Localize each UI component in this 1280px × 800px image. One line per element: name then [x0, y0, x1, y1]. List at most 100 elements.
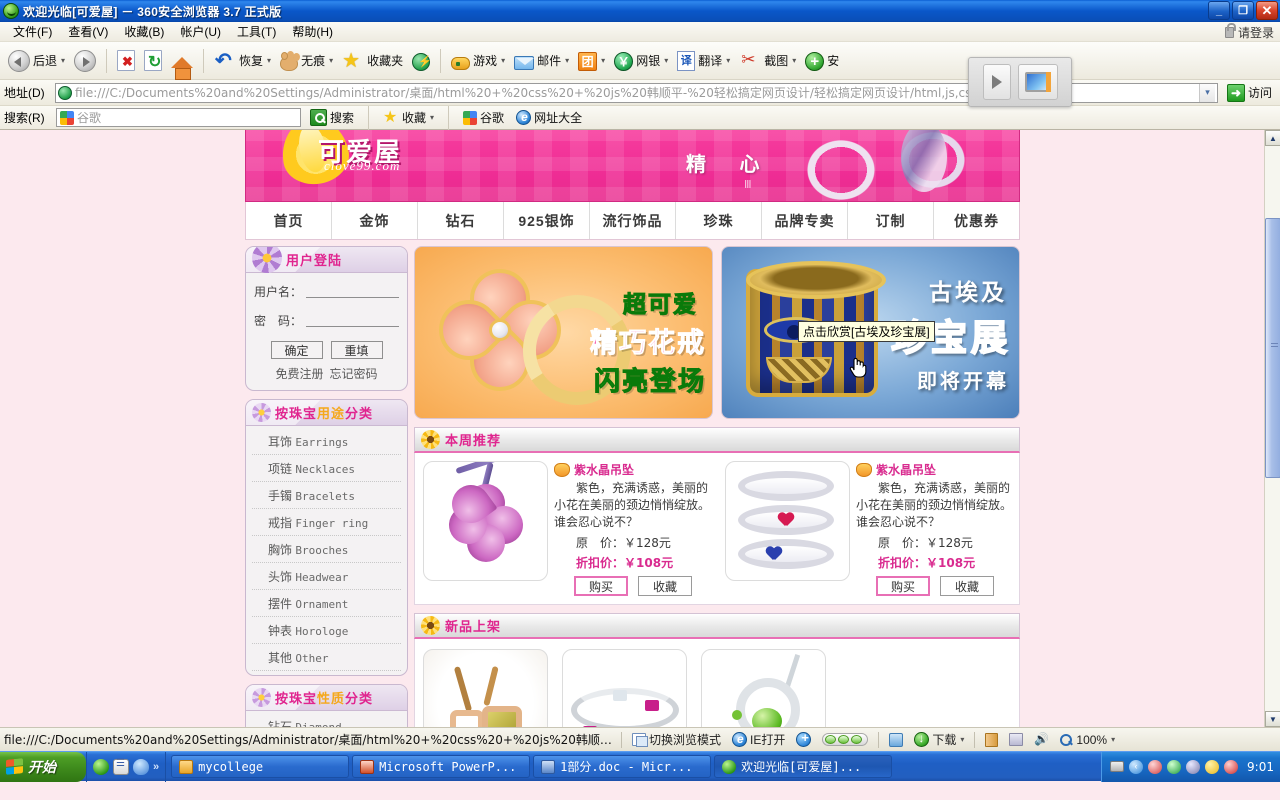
tray-icon-gray[interactable]	[1186, 759, 1201, 774]
keyboard-icon[interactable]	[1110, 761, 1125, 772]
product-image[interactable]	[725, 461, 850, 581]
category-item-headwear[interactable]: 头饰 Headwear	[252, 563, 401, 590]
product-name[interactable]: 紫水晶吊坠	[574, 461, 634, 478]
tray-icon-shield[interactable]	[1224, 759, 1239, 774]
nav-item-silver925[interactable]: 925银饰	[504, 202, 590, 239]
nav-item-gold[interactable]: 金饰	[332, 202, 418, 239]
menu-item-account[interactable]: 帐户(U)	[172, 21, 229, 42]
game-dropdown-icon[interactable]: ▾	[501, 56, 505, 65]
scrollbar-thumb[interactable]	[1265, 218, 1280, 478]
search-input[interactable]: 谷歌	[56, 108, 301, 127]
back-button[interactable]: 后退 ▾	[4, 46, 69, 76]
ad-banner-egypt[interactable]: 古埃及 珍宝展 即将开幕 点击欣赏[古埃及珍宝展]	[721, 246, 1020, 419]
nav-item-home[interactable]: 首页	[246, 202, 332, 239]
system-clock[interactable]: 9:01	[1247, 760, 1274, 774]
forward-button[interactable]	[70, 46, 100, 76]
private-mode-button[interactable]: 无痕 ▾	[276, 46, 337, 76]
taskbar-button-word[interactable]: 1部分.doc - Micr...	[533, 755, 712, 778]
minimize-button[interactable]: _	[1208, 1, 1230, 20]
tray-icon-red[interactable]	[1148, 759, 1163, 774]
floating-toolbar-popup[interactable]	[968, 57, 1072, 107]
go-button[interactable]: ➜ 访问	[1223, 83, 1276, 103]
category-item-ornament[interactable]: 摆件 Ornament	[252, 590, 401, 617]
category-item-necklaces[interactable]: 项链 Necklaces	[252, 455, 401, 482]
refresh-button[interactable]	[140, 46, 166, 76]
nav-item-brand[interactable]: 品牌专卖	[762, 202, 848, 239]
category-item-horologe[interactable]: 钟表 Horologe	[252, 617, 401, 644]
sound-button[interactable]	[1031, 732, 1051, 748]
online-bank-button[interactable]: ￥ 网银 ▾	[610, 46, 672, 76]
translate-dropdown-icon[interactable]: ▾	[726, 56, 730, 65]
category-item-diamond[interactable]: 钻石 Diamond	[252, 713, 401, 727]
address-dropdown-icon[interactable]: ▾	[1198, 83, 1215, 102]
category-item-other[interactable]: 其他 Other	[252, 644, 401, 671]
login-hint[interactable]: 请登录	[1224, 23, 1274, 41]
add-extension-button[interactable]: + 安	[801, 46, 843, 76]
category-item-earrings[interactable]: 耳饰 Earrings	[252, 428, 401, 455]
quicklaunch-more-icon[interactable]: »	[153, 761, 159, 773]
show-hidden-icons-button[interactable]: ‹	[1129, 759, 1144, 774]
username-input[interactable]	[306, 285, 399, 298]
scroll-down-button[interactable]: ▼	[1265, 711, 1280, 727]
ie-open-button[interactable]: IE打开	[729, 730, 788, 749]
download-button[interactable]: 下载 ▾	[911, 730, 967, 749]
qq-quicklaunch-icon[interactable]	[133, 758, 149, 775]
game-button[interactable]: 游戏 ▾	[447, 46, 509, 76]
popup-desktop-button[interactable]	[1017, 64, 1058, 100]
translate-button[interactable]: 译 翻译 ▾	[673, 46, 734, 76]
stop-button[interactable]	[113, 46, 139, 76]
menu-item-view[interactable]: 查看(V)	[60, 21, 116, 42]
repair-button[interactable]	[408, 46, 434, 76]
screenshot-button[interactable]: 截图 ▾	[735, 46, 800, 76]
menu-item-tools[interactable]: 工具(T)	[229, 21, 284, 42]
search-button[interactable]: 搜索	[307, 108, 357, 127]
online-bank-dropdown-icon[interactable]: ▾	[664, 56, 668, 65]
start-button[interactable]: 开始	[0, 751, 86, 782]
new-product-image[interactable]	[562, 649, 687, 727]
bookmark-status-button[interactable]	[982, 732, 1001, 748]
ad-banner-ring[interactable]: 超可爱 精巧花戒 闪亮登场	[414, 246, 713, 419]
scroll-up-button[interactable]: ▲	[1265, 130, 1280, 146]
favorite-button[interactable]: 收藏	[940, 576, 994, 596]
taskbar-button-mycollege[interactable]: mycollege	[171, 755, 350, 778]
product-image[interactable]	[423, 461, 548, 581]
notes-quicklaunch-icon[interactable]	[113, 758, 129, 775]
favorites-button[interactable]: 收藏夹	[338, 46, 407, 76]
group-buy-button[interactable]: 团 ▾	[574, 46, 609, 76]
nav-item-fashion[interactable]: 流行饰品	[590, 202, 676, 239]
maximize-button[interactable]: ❐	[1232, 1, 1254, 20]
favorite-button[interactable]: 收藏	[638, 576, 692, 596]
buy-button[interactable]: 购买	[876, 576, 930, 596]
search-favorite-dropdown-icon[interactable]: ▾	[430, 113, 434, 122]
nav-item-pearl[interactable]: 珍珠	[676, 202, 762, 239]
window-status-button[interactable]	[1006, 732, 1026, 747]
buy-button[interactable]: 购买	[574, 576, 628, 596]
new-product-image[interactable]	[423, 649, 548, 727]
register-link[interactable]: 免费注册	[275, 365, 323, 382]
category-item-finger-ring[interactable]: 戒指 Finger ring	[252, 509, 401, 536]
zoom-dropdown-icon[interactable]: ▾	[1111, 735, 1115, 744]
scrollbar-track[interactable]	[1265, 146, 1280, 218]
mail-dropdown-icon[interactable]: ▾	[565, 56, 569, 65]
screenshot-dropdown-icon[interactable]: ▾	[792, 56, 796, 65]
new-product-image[interactable]	[701, 649, 826, 727]
forgot-password-link[interactable]: 忘记密码	[330, 365, 378, 382]
restore-dropdown-icon[interactable]: ▾	[267, 56, 271, 65]
login-reset-button[interactable]: 重填	[330, 341, 383, 359]
popup-next-button[interactable]	[982, 64, 1011, 100]
zoom-control[interactable]: 100% ▾	[1056, 732, 1118, 748]
taskbar-button-browser[interactable]: 欢迎光临[可爱屋]...	[714, 755, 893, 778]
download-dropdown-icon[interactable]: ▾	[960, 735, 964, 744]
grid-view-button[interactable]	[886, 732, 906, 748]
group-buy-dropdown-icon[interactable]: ▾	[601, 56, 605, 65]
menu-item-help[interactable]: 帮助(H)	[284, 21, 341, 42]
security-shield-button[interactable]	[793, 730, 814, 748]
category-item-bracelets[interactable]: 手镯 Bracelets	[252, 482, 401, 509]
taskbar-button-powerpoint[interactable]: Microsoft PowerP...	[352, 755, 531, 778]
360-browser-quicklaunch-icon[interactable]	[93, 758, 109, 775]
mail-button[interactable]: 邮件 ▾	[510, 46, 573, 76]
back-dropdown-icon[interactable]: ▾	[61, 56, 65, 65]
nav-item-coupon[interactable]: 优惠券	[934, 202, 1019, 239]
speed-indicator[interactable]	[819, 732, 871, 747]
private-mode-dropdown-icon[interactable]: ▾	[329, 56, 333, 65]
